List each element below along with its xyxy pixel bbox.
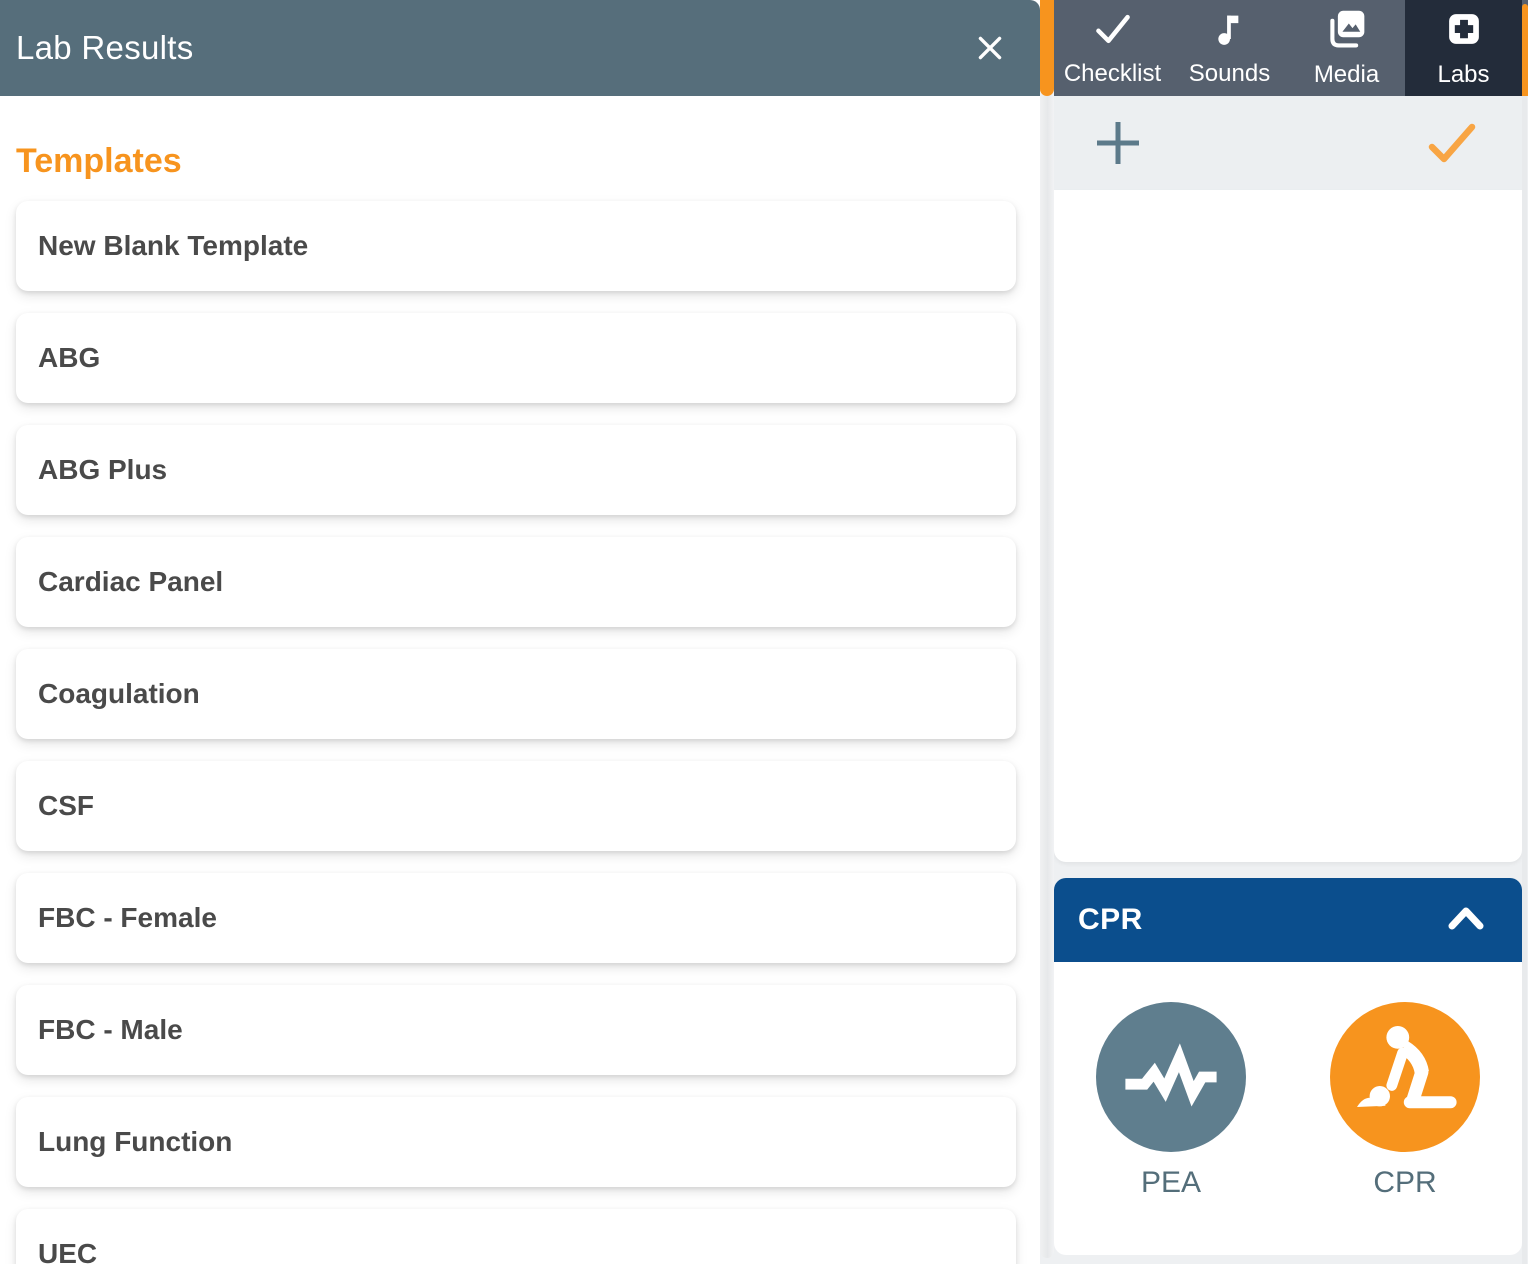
template-label: FBC - Male <box>38 1014 183 1046</box>
sidebar-panel: Checklist Sounds <box>1054 0 1528 1264</box>
cpr-item-cpr[interactable]: CPR <box>1330 1002 1480 1200</box>
template-label: New Blank Template <box>38 230 308 262</box>
sidebar-tabbar: Checklist Sounds <box>1054 0 1528 96</box>
cpr-section-body: PEA <box>1054 962 1522 1255</box>
right-scrollbar-thumb[interactable] <box>1522 4 1528 96</box>
tab-label: Media <box>1314 61 1379 89</box>
tab-label: Checklist <box>1064 60 1161 88</box>
template-card-fbc-male[interactable]: FBC - Male <box>16 985 1016 1075</box>
template-card-lung-function[interactable]: Lung Function <box>16 1097 1016 1187</box>
templates-heading: Templates <box>16 142 1024 181</box>
cpr-item-pea[interactable]: PEA <box>1096 1002 1246 1200</box>
templates-list: Templates New Blank Template ABG ABG Plu… <box>0 96 1040 1264</box>
template-label: Coagulation <box>38 678 200 710</box>
template-card-abg[interactable]: ABG <box>16 313 1016 403</box>
ecg-waveform-icon <box>1096 1002 1246 1152</box>
confirm-checkmark-icon[interactable] <box>1426 121 1478 165</box>
left-scrollbar-thumb[interactable] <box>1040 0 1054 96</box>
tab-checklist[interactable]: Checklist <box>1054 0 1171 96</box>
tab-labs[interactable]: Labs <box>1405 0 1522 96</box>
template-card-uec[interactable]: UEC <box>16 1209 1016 1264</box>
template-label: CSF <box>38 790 94 822</box>
template-card-cardiac-panel[interactable]: Cardiac Panel <box>16 537 1016 627</box>
chevron-up-icon <box>1446 905 1486 936</box>
labs-toolbar <box>1054 96 1522 190</box>
checkmark-icon <box>1091 9 1135 54</box>
photo-stack-icon <box>1325 8 1369 55</box>
template-card-abg-plus[interactable]: ABG Plus <box>16 425 1016 515</box>
medical-plus-icon <box>1443 8 1485 55</box>
labs-content-card <box>1054 190 1522 862</box>
music-note-icon <box>1210 9 1250 54</box>
cpr-item-label: PEA <box>1141 1166 1201 1200</box>
screen: Lab Results Templates New Blank Template… <box>0 0 1528 1264</box>
template-label: Cardiac Panel <box>38 566 223 598</box>
tab-media[interactable]: Media <box>1288 0 1405 96</box>
tab-sounds[interactable]: Sounds <box>1171 0 1288 96</box>
plus-icon[interactable] <box>1094 119 1142 167</box>
close-icon[interactable] <box>968 26 1012 70</box>
cpr-section-title: CPR <box>1078 903 1143 937</box>
template-card-coagulation[interactable]: Coagulation <box>16 649 1016 739</box>
template-label: UEC <box>38 1238 97 1264</box>
template-label: ABG Plus <box>38 454 167 486</box>
left-scrollbar-track[interactable] <box>1040 0 1054 1258</box>
right-scrollbar-track[interactable] <box>1522 96 1527 1264</box>
cpr-item-label: CPR <box>1373 1166 1436 1200</box>
cpr-section-header[interactable]: CPR <box>1054 878 1522 962</box>
template-label: Lung Function <box>38 1126 232 1158</box>
template-label: FBC - Female <box>38 902 217 934</box>
tab-label: Labs <box>1437 61 1489 89</box>
tab-label: Sounds <box>1189 60 1270 88</box>
page-title: Lab Results <box>16 29 194 67</box>
section-gap <box>1054 862 1528 878</box>
template-card-csf[interactable]: CSF <box>16 761 1016 851</box>
template-card-new-blank[interactable]: New Blank Template <box>16 201 1016 291</box>
template-label: ABG <box>38 342 100 374</box>
template-card-fbc-female[interactable]: FBC - Female <box>16 873 1016 963</box>
lab-results-header: Lab Results <box>0 0 1040 96</box>
lab-results-modal: Lab Results Templates New Blank Template… <box>0 0 1040 1264</box>
cpr-compressions-icon <box>1330 1002 1480 1152</box>
